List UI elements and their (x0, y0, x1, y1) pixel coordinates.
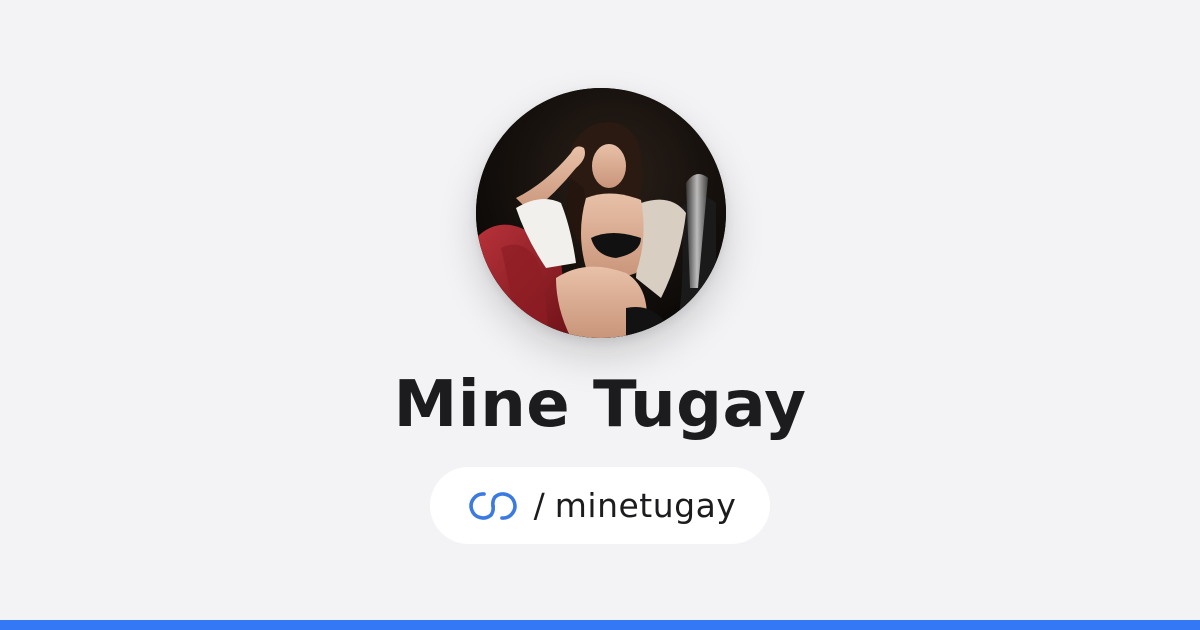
profile-handle-link[interactable]: / minetugay (430, 467, 770, 544)
profile-name: Mine Tugay (393, 368, 807, 442)
handle-separator: / (533, 485, 545, 525)
profile-avatar (476, 88, 726, 338)
bottom-accent-bar (0, 620, 1200, 630)
profile-username: minetugay (554, 485, 737, 525)
avatar-photo (476, 88, 726, 338)
linked-rings-icon (468, 491, 517, 520)
